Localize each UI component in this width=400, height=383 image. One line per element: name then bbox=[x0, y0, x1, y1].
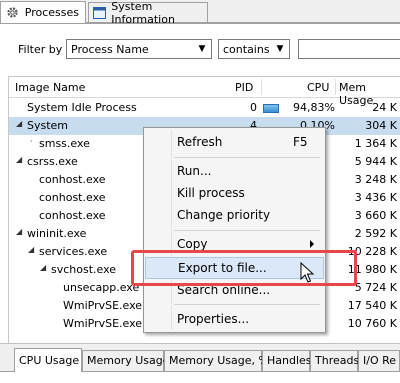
context-menu: Refresh F5 Run... Kill process Change pr… bbox=[143, 127, 326, 333]
process-name: services.exe bbox=[39, 245, 108, 258]
table-header: Image Name PID CPU Mem Usage bbox=[9, 77, 400, 107]
menu-item-label: Change priority bbox=[177, 208, 271, 222]
top-tab-bar: Processes System Information bbox=[0, 0, 400, 26]
process-mem: 3 660 K bbox=[354, 209, 397, 222]
process-name: csrss.exe bbox=[27, 155, 78, 168]
chevron-down-icon: ▼ bbox=[198, 44, 206, 54]
tree-collapse-icon[interactable]: ◢ bbox=[16, 227, 22, 236]
menu-item-kill-process[interactable]: Kill process bbox=[145, 182, 324, 204]
process-mem: 304 K bbox=[365, 119, 397, 132]
process-name: conhost.exe bbox=[39, 191, 106, 204]
tree-collapse-icon[interactable]: ◢ bbox=[16, 155, 22, 164]
menu-item-shortcut: F5 bbox=[293, 135, 308, 149]
process-mem: 17 540 K bbox=[347, 299, 397, 312]
filter-field-combo[interactable]: Process Name ▼ bbox=[66, 39, 212, 59]
menu-item-change-priority[interactable]: Change priority bbox=[145, 204, 324, 226]
column-separator[interactable] bbox=[335, 79, 336, 95]
tab-label: Memory Usage, % bbox=[169, 354, 269, 367]
process-name: System bbox=[27, 119, 69, 132]
process-name: conhost.exe bbox=[39, 209, 106, 222]
menu-item-label: Properties... bbox=[177, 312, 250, 326]
table-row[interactable]: System Idle Process 0 94,83% 24 K bbox=[9, 99, 400, 117]
menu-item-run[interactable]: Run... bbox=[145, 160, 324, 182]
highlight-box bbox=[131, 250, 357, 286]
tab-memory-usage-percent[interactable]: Memory Usage, % bbox=[164, 350, 269, 371]
tab-threads[interactable]: Threads bbox=[310, 350, 360, 371]
tree-collapse-icon[interactable]: ◢ bbox=[40, 263, 46, 272]
submenu-arrow-icon bbox=[310, 240, 314, 248]
filter-operator-combo[interactable]: contains ▼ bbox=[218, 39, 290, 59]
process-name: conhost.exe bbox=[39, 173, 106, 186]
tree-leaf-icon: · bbox=[30, 137, 33, 146]
process-mem: 2 592 K bbox=[354, 227, 397, 240]
process-mem: 5 944 K bbox=[354, 155, 397, 168]
menu-item-properties[interactable]: Properties... bbox=[145, 308, 324, 330]
process-name: WmiPrvSE.exe bbox=[63, 317, 143, 330]
filter-label: Filter by bbox=[18, 43, 63, 56]
column-cpu[interactable]: CPU bbox=[307, 81, 329, 94]
menu-item-refresh[interactable]: Refresh F5 bbox=[145, 131, 324, 153]
menu-separator bbox=[174, 304, 320, 305]
menu-item-label: Kill process bbox=[177, 186, 245, 200]
tab-label: CPU Usage bbox=[19, 354, 80, 367]
process-name: svchost.exe bbox=[51, 263, 117, 276]
tab-cpu-usage[interactable]: CPU Usage bbox=[14, 348, 82, 372]
column-separator[interactable] bbox=[261, 79, 262, 95]
menu-separator bbox=[174, 230, 320, 231]
filter-text-input[interactable] bbox=[298, 39, 400, 59]
gear-icon bbox=[5, 5, 20, 21]
chart-tab-bar: CPU Usage Memory Usage Memory Usage, % H… bbox=[0, 343, 400, 383]
tab-label: I/O Re bbox=[363, 354, 397, 367]
process-name: WmiPrvSE.exe bbox=[63, 299, 143, 312]
tab-io-read[interactable]: I/O Re bbox=[358, 350, 400, 371]
process-pid: 0 bbox=[250, 101, 257, 114]
tab-label: Handles bbox=[267, 354, 312, 367]
tab-memory-usage[interactable]: Memory Usage bbox=[82, 350, 170, 371]
column-image-name[interactable]: Image Name bbox=[15, 81, 85, 94]
process-name: unsecapp.exe bbox=[63, 281, 140, 294]
process-cpu: 94,83% bbox=[293, 101, 335, 114]
tab-label: Threads bbox=[315, 354, 360, 367]
column-pid[interactable]: PID bbox=[235, 81, 253, 94]
window-icon bbox=[93, 5, 107, 21]
menu-separator bbox=[174, 157, 320, 158]
menu-item-label: Run... bbox=[177, 164, 212, 178]
filter-operator-value: contains bbox=[223, 42, 270, 56]
filter-field-value: Process Name bbox=[71, 42, 149, 56]
chart-panel bbox=[0, 372, 400, 383]
tab-processes[interactable]: Processes bbox=[0, 1, 86, 23]
process-name: System Idle Process bbox=[27, 101, 137, 114]
process-mem: 10 760 K bbox=[347, 317, 397, 330]
process-mem: 3 436 K bbox=[354, 191, 397, 204]
tab-system-information[interactable]: System Information bbox=[88, 0, 208, 26]
tree-collapse-icon[interactable]: ◢ bbox=[16, 119, 22, 128]
menu-item-label: Copy bbox=[177, 237, 208, 251]
tree-collapse-icon[interactable]: ◢ bbox=[28, 245, 34, 254]
process-name: wininit.exe bbox=[27, 227, 87, 240]
tab-system-information-label: System Information bbox=[111, 0, 175, 26]
tab-handles[interactable]: Handles bbox=[262, 350, 312, 371]
tab-processes-label: Processes bbox=[24, 6, 79, 19]
process-mem: 3 248 K bbox=[354, 173, 397, 186]
tab-label: Memory Usage bbox=[87, 354, 170, 367]
process-mem: 1 364 K bbox=[354, 137, 397, 150]
process-mem: 24 K bbox=[372, 101, 397, 114]
chevron-down-icon: ▼ bbox=[276, 44, 284, 54]
mouse-cursor-icon bbox=[300, 261, 315, 287]
menu-item-label: Refresh bbox=[177, 135, 223, 149]
process-name: smss.exe bbox=[39, 137, 90, 150]
